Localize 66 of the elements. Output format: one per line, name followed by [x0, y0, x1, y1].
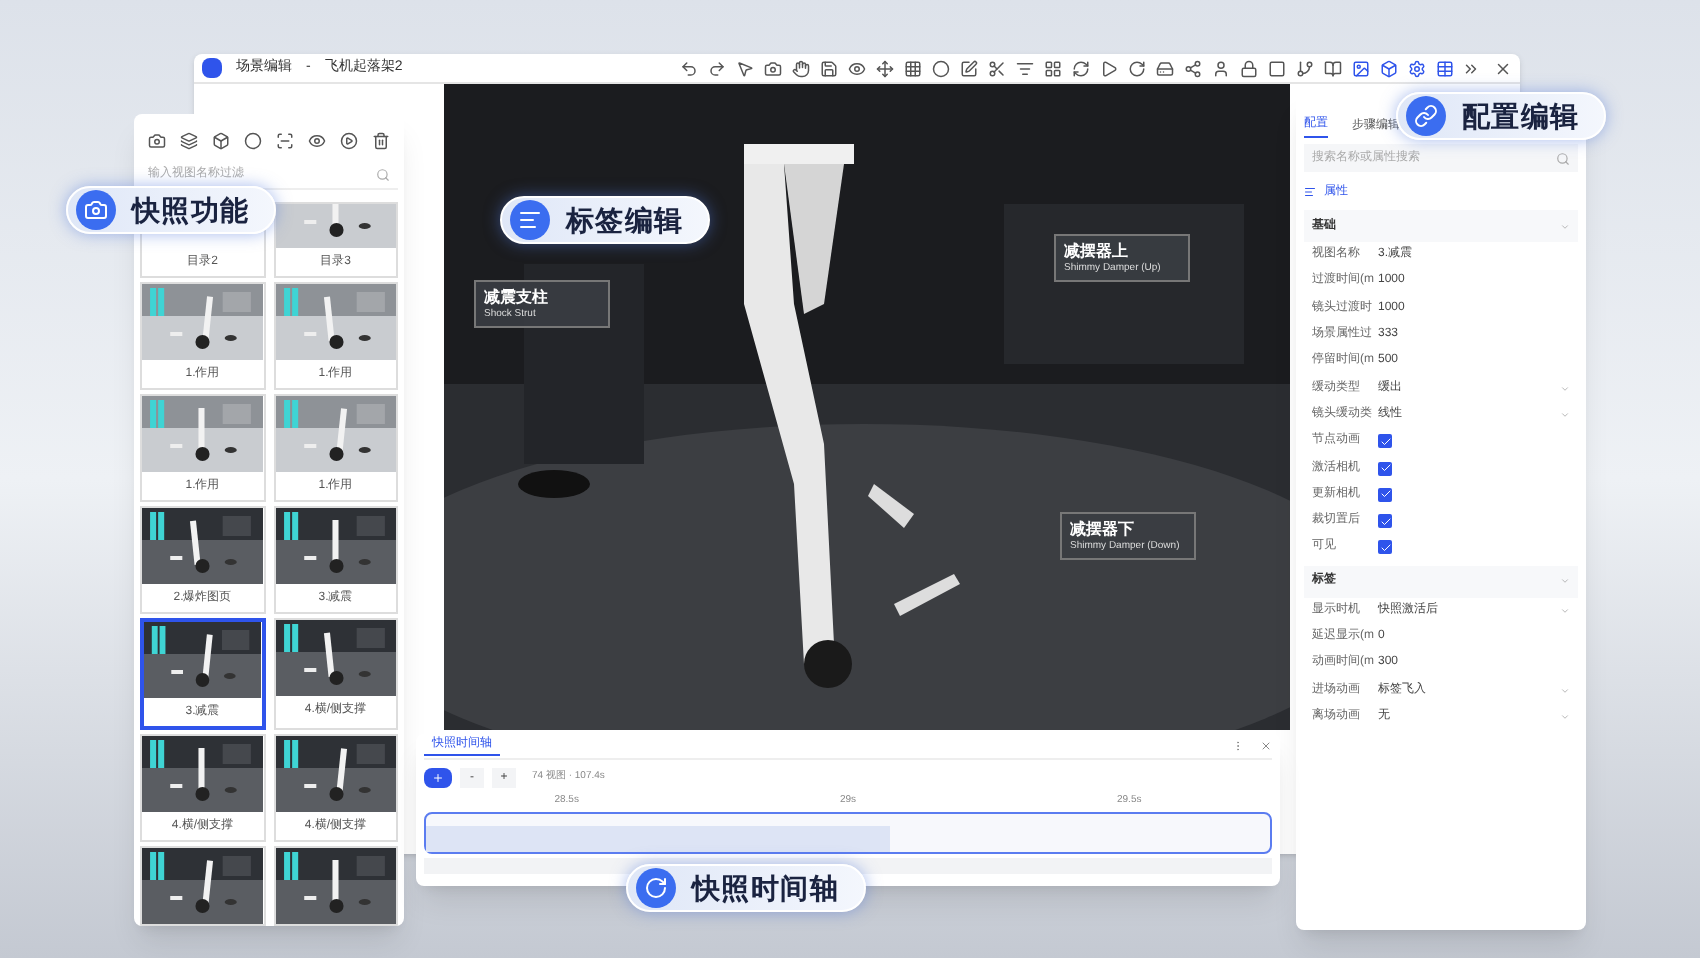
redo-icon[interactable]	[708, 59, 726, 77]
camera-icon[interactable]	[147, 131, 166, 149]
chevron-icon	[1560, 685, 1570, 696]
close-icon[interactable]	[1494, 59, 1512, 77]
eye-icon[interactable]	[308, 131, 327, 149]
eye-icon[interactable]	[848, 59, 866, 77]
callout-title: 标签编辑	[566, 201, 684, 239]
checkbox[interactable]	[1378, 461, 1392, 476]
scan-icon[interactable]	[276, 131, 295, 149]
callout-title: 配置编辑	[1462, 97, 1580, 135]
checkbox[interactable]	[1378, 487, 1392, 502]
checkbox[interactable]	[1378, 514, 1392, 529]
check-icon	[1379, 435, 1391, 448]
image-icon[interactable]	[1352, 59, 1370, 77]
chevron-icon	[1560, 383, 1570, 394]
filter-icon[interactable]	[1016, 59, 1034, 77]
hand-icon[interactable]	[792, 59, 810, 77]
search-icon	[1556, 151, 1570, 165]
layers-icon[interactable]	[179, 131, 198, 149]
play-icon[interactable]	[340, 131, 359, 149]
camera-icon[interactable]	[764, 59, 782, 77]
pointer-icon[interactable]	[736, 59, 754, 77]
settings-icon[interactable]	[1408, 59, 1426, 77]
chevron-icon	[1560, 711, 1570, 722]
app-logo-icon	[202, 58, 222, 78]
move-icon[interactable]	[876, 59, 894, 77]
tag-title: 减摆器下	[1070, 518, 1136, 540]
circle-icon[interactable]	[243, 131, 262, 149]
trash-icon[interactable]	[372, 131, 391, 149]
chevron-icon	[1560, 576, 1570, 587]
timeline-track[interactable]	[424, 812, 1272, 854]
plus-icon	[432, 772, 444, 784]
refresh-icon[interactable]	[1072, 59, 1090, 77]
user-icon[interactable]	[1212, 59, 1230, 77]
tag-title: 减摆器上	[1064, 240, 1130, 262]
branch-icon[interactable]	[1296, 59, 1314, 77]
book-icon[interactable]	[1324, 59, 1342, 77]
save-icon[interactable]	[820, 59, 838, 77]
checkbox[interactable]	[1378, 540, 1392, 555]
list-icon	[1304, 186, 1316, 198]
grid-icon[interactable]	[904, 59, 922, 77]
play-icon[interactable]	[1100, 59, 1118, 77]
edit-icon[interactable]	[960, 59, 978, 77]
tag-title: 减震支柱	[484, 286, 550, 308]
scissors-icon[interactable]	[988, 59, 1006, 77]
chevron-icon	[1560, 409, 1570, 420]
checkbox[interactable]	[1378, 434, 1392, 449]
lock-icon[interactable]	[1240, 59, 1258, 77]
chevron-icon	[1560, 605, 1570, 616]
callout-title: 快照时间轴	[692, 869, 839, 908]
snapshot-card[interactable]	[273, 846, 398, 926]
undo-icon[interactable]	[680, 59, 698, 77]
chevron-icon	[1560, 221, 1570, 231]
close-icon[interactable]	[1260, 740, 1272, 752]
search-icon	[376, 168, 390, 182]
snapshot-card[interactable]	[140, 846, 265, 926]
snapshot-button[interactable]	[424, 768, 452, 788]
circle-icon[interactable]	[932, 59, 950, 77]
rotate-icon[interactable]	[1128, 59, 1146, 77]
tiles-icon[interactable]	[1044, 59, 1062, 77]
share-icon[interactable]	[1184, 59, 1202, 77]
more-icon[interactable]	[1462, 59, 1480, 77]
box-icon[interactable]	[211, 131, 230, 149]
square-icon[interactable]	[1268, 59, 1286, 77]
box-icon[interactable]	[1380, 59, 1398, 77]
table-icon[interactable]	[1436, 59, 1454, 77]
